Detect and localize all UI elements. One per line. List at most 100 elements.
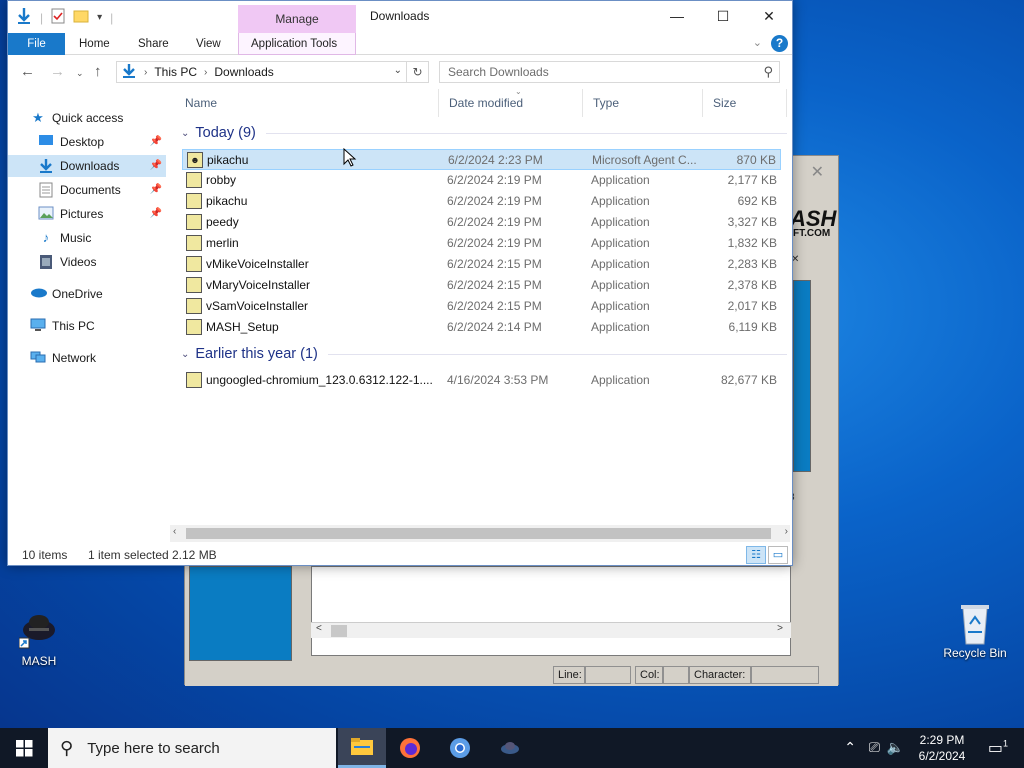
breadcrumb-downloads[interactable]: Downloads bbox=[214, 65, 273, 79]
new-folder-icon[interactable] bbox=[73, 9, 89, 26]
taskbar-file-explorer[interactable] bbox=[338, 728, 386, 768]
file-type: Application bbox=[591, 173, 650, 187]
customize-qat-icon[interactable]: ▾ bbox=[97, 12, 102, 23]
chromium-icon bbox=[450, 738, 470, 758]
refresh-icon[interactable]: ↻ bbox=[406, 62, 428, 82]
column-type[interactable]: Type bbox=[583, 89, 703, 117]
tab-view[interactable]: View bbox=[196, 33, 221, 55]
file-date: 6/2/2024 2:19 PM bbox=[447, 173, 542, 187]
forward-arrow-icon[interactable]: → bbox=[50, 63, 65, 80]
scroll-left-icon[interactable]: < bbox=[316, 623, 322, 634]
taskbar-search[interactable]: ⚲ Type here to search bbox=[48, 728, 336, 768]
nav-downloads[interactable]: Downloads 📌 bbox=[8, 155, 166, 177]
column-date-modified[interactable]: Date modified bbox=[439, 89, 583, 117]
pin-icon[interactable]: 📌 bbox=[150, 131, 162, 153]
taskbar-chromium[interactable] bbox=[436, 728, 484, 768]
maximize-icon[interactable]: ☐ bbox=[700, 1, 746, 31]
details-view-icon[interactable]: ☷ bbox=[746, 546, 766, 564]
file-row[interactable]: robby 6/2/2024 2:19 PM Application 2,177 KB bbox=[182, 170, 781, 191]
nav-desktop[interactable]: Desktop 📌 bbox=[38, 131, 166, 153]
expand-ribbon-icon[interactable]: ⌄ bbox=[753, 36, 762, 49]
taskbar: ⚲ Type here to search ⌃ ⎚ 🔈 2:29 PM 6/2/… bbox=[0, 728, 1024, 768]
file-row[interactable]: pikachu 6/2/2024 2:19 PM Application 692 KB bbox=[182, 191, 781, 212]
application-icon bbox=[186, 172, 202, 188]
file-date: 6/2/2024 2:14 PM bbox=[447, 320, 542, 334]
tab-home[interactable]: Home bbox=[79, 33, 110, 55]
large-icons-view-icon[interactable]: ▭ bbox=[768, 546, 788, 564]
minimize-icon[interactable]: — bbox=[654, 1, 700, 31]
properties-icon[interactable] bbox=[51, 8, 65, 27]
scroll-thumb[interactable] bbox=[186, 528, 771, 539]
mash-close-icon[interactable]: ✕ bbox=[811, 162, 824, 182]
nav-videos[interactable]: Videos bbox=[38, 251, 166, 273]
file-row[interactable]: vSamVoiceInstaller 6/2/2024 2:15 PM Applic… bbox=[182, 296, 781, 317]
nav-this-pc[interactable]: This PC bbox=[30, 315, 188, 337]
file-row[interactable]: peedy 6/2/2024 2:19 PM Application 3,327 KB bbox=[182, 212, 781, 233]
application-icon bbox=[186, 298, 202, 314]
horizontal-scrollbar[interactable]: ‹ › bbox=[170, 525, 790, 542]
scroll-left-icon[interactable]: ‹ bbox=[173, 526, 176, 537]
close-icon[interactable]: ✕ bbox=[746, 1, 792, 31]
volume-muted-icon[interactable]: 🔈 bbox=[887, 739, 904, 756]
scroll-right-icon[interactable]: > bbox=[777, 623, 783, 634]
file-row[interactable]: MASH_Setup 6/2/2024 2:14 PM Application 6,1… bbox=[182, 317, 781, 338]
scroll-right-icon[interactable]: › bbox=[785, 526, 788, 537]
nav-pictures[interactable]: Pictures 📌 bbox=[38, 203, 166, 225]
file-explorer-window[interactable]: | ▾ | Manage Downloads — ☐ ✕ File Home S… bbox=[7, 0, 793, 566]
title-bar[interactable]: | ▾ | Manage Downloads — ☐ ✕ bbox=[8, 1, 792, 33]
application-icon bbox=[186, 319, 202, 335]
nav-onedrive[interactable]: OneDrive bbox=[30, 283, 188, 305]
breadcrumb-this-pc[interactable]: This PC bbox=[154, 65, 197, 79]
show-hidden-icons-icon[interactable]: ⌃ bbox=[844, 739, 856, 756]
tab-share[interactable]: Share bbox=[138, 33, 169, 55]
help-icon[interactable]: ? bbox=[771, 35, 788, 52]
clock-time: 2:29 PM bbox=[919, 733, 965, 747]
column-size[interactable]: Size bbox=[703, 89, 787, 117]
nav-quick-access[interactable]: ★ Quick access bbox=[30, 107, 188, 129]
pin-icon[interactable]: 📌 bbox=[150, 155, 162, 177]
address-bar[interactable]: › This PC › Downloads ⌄ ↻ bbox=[116, 61, 429, 83]
collapse-group-icon[interactable]: ⌄ bbox=[181, 349, 189, 360]
column-name[interactable]: Name bbox=[175, 89, 439, 117]
up-arrow-icon[interactable]: ↑ bbox=[94, 63, 102, 80]
column-headers: Name Date modified Type Size ⌄ bbox=[175, 87, 787, 117]
group-header[interactable]: ⌄ Earlier this year (1) bbox=[175, 346, 787, 362]
item-count: 10 items bbox=[22, 548, 68, 562]
file-row[interactable]: vMikeVoiceInstaller 6/2/2024 2:15 PM Appli… bbox=[182, 254, 781, 275]
application-icon bbox=[186, 277, 202, 293]
search-input[interactable]: Search Downloads ⚲ bbox=[439, 61, 780, 83]
group-label: Earlier this year (1) bbox=[195, 346, 318, 362]
notification-icon[interactable]: ▭1 bbox=[988, 738, 1008, 758]
mash-hscrollbar[interactable]: < > bbox=[311, 622, 791, 638]
manage-tab[interactable]: Manage bbox=[238, 5, 356, 33]
address-dropdown-icon[interactable]: ⌄ bbox=[394, 65, 402, 76]
clock[interactable]: 2:29 PM 6/2/2024 bbox=[912, 732, 972, 764]
desktop-icon-recycle-bin[interactable]: Recycle Bin bbox=[940, 602, 1010, 660]
pin-icon[interactable]: 📌 bbox=[150, 179, 162, 201]
file-type: Application bbox=[591, 299, 650, 313]
back-arrow-icon[interactable]: ← bbox=[20, 63, 35, 80]
nav-documents[interactable]: Documents 📌 bbox=[38, 179, 166, 201]
desktop-icon-mash[interactable]: MASH bbox=[4, 610, 74, 668]
file-row[interactable]: ☻ pikachu 6/2/2024 2:23 PM Microsoft Agent … bbox=[182, 149, 781, 170]
mash-app-icon bbox=[501, 742, 519, 754]
taskbar-mash[interactable] bbox=[486, 728, 534, 768]
group-header[interactable]: ⌄ Today (9) bbox=[175, 125, 787, 141]
tab-file[interactable]: File bbox=[8, 33, 65, 55]
file-name: ungoogled-chromium_123.0.6312.122-1.... bbox=[206, 373, 433, 387]
mash-scroll-thumb[interactable] bbox=[331, 625, 347, 637]
start-button[interactable] bbox=[0, 728, 48, 768]
network-status-icon[interactable]: ⎚ bbox=[869, 739, 880, 756]
taskbar-firefox[interactable] bbox=[386, 728, 434, 768]
mash-script-editor[interactable] bbox=[311, 566, 791, 656]
nav-music[interactable]: ♪ Music bbox=[38, 227, 166, 249]
tab-application-tools[interactable]: Application Tools bbox=[238, 33, 356, 55]
file-row[interactable]: merlin 6/2/2024 2:19 PM Application 1,832 K… bbox=[182, 233, 781, 254]
pictures-icon bbox=[38, 206, 54, 222]
nav-network[interactable]: Network bbox=[30, 347, 188, 369]
file-row[interactable]: vMaryVoiceInstaller 6/2/2024 2:15 PM Appli… bbox=[182, 275, 781, 296]
file-row[interactable]: ungoogled-chromium_123.0.6312.122-1.... 4… bbox=[182, 370, 781, 391]
recent-locations-icon[interactable]: ⌄ bbox=[76, 68, 84, 79]
pin-icon[interactable]: 📌 bbox=[150, 203, 162, 225]
collapse-group-icon[interactable]: ⌄ bbox=[181, 128, 189, 139]
